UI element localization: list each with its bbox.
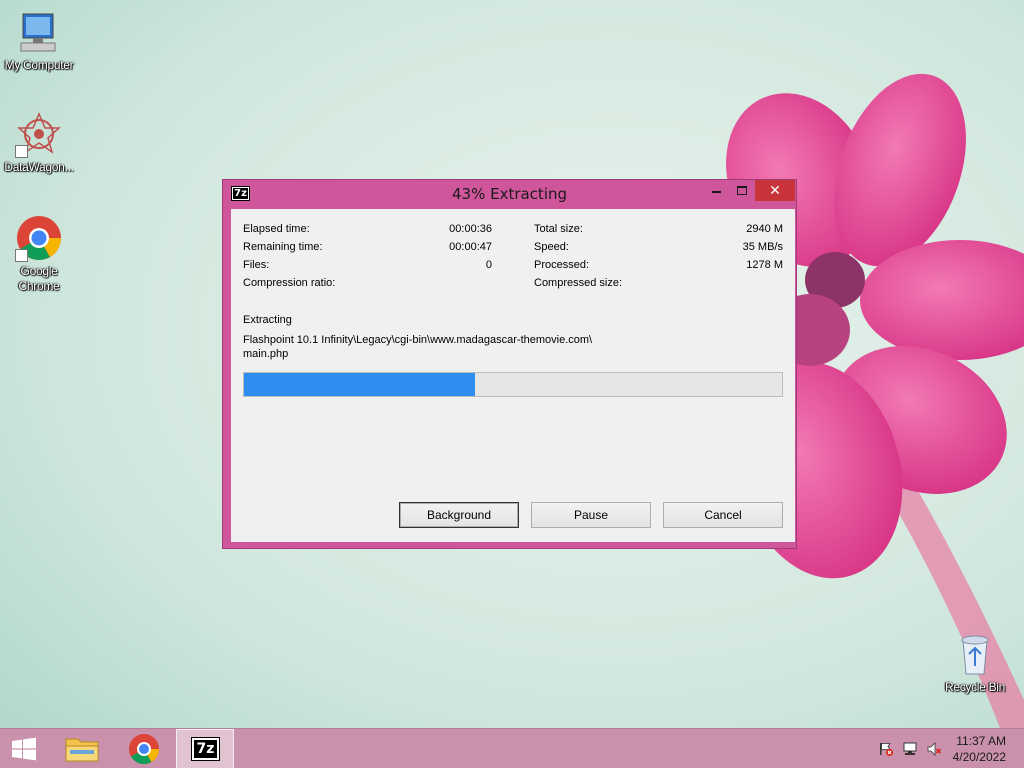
elapsed-time-label: Elapsed time: — [243, 223, 310, 235]
action-center-flag-icon[interactable] — [878, 741, 894, 757]
current-file-path: Flashpoint 10.1 Infinity\Legacy\cgi-bin\… — [243, 334, 593, 346]
chrome-icon — [15, 214, 63, 262]
desktop-icon-label: DataWagon... — [4, 160, 74, 174]
start-button[interactable] — [0, 729, 48, 768]
remaining-time-value: 00:00:47 — [449, 241, 492, 253]
chrome-icon — [129, 734, 159, 765]
shortcut-arrow-icon — [15, 249, 28, 262]
recycle-bin-icon — [951, 630, 999, 678]
speed-label: Speed: — [534, 241, 569, 253]
volume-muted-icon[interactable] — [926, 741, 942, 757]
speed-value: 35 MB/s — [742, 241, 783, 253]
desktop-icon-label: My Computer — [4, 58, 74, 72]
progress-bar — [243, 372, 783, 397]
desktop-icon-google-chrome[interactable]: Google Chrome — [0, 214, 78, 294]
extract-dialog: 7z 43% Extracting ✕ Elapsed time: 00:00:… — [222, 179, 797, 549]
network-icon[interactable] — [902, 741, 918, 757]
compression-ratio-label: Compression ratio: — [243, 277, 336, 289]
progress-bar-fill — [244, 373, 476, 396]
compressed-size-label: Compressed size: — [534, 277, 623, 289]
windows-logo-icon — [12, 737, 36, 761]
taskbar-file-explorer[interactable] — [56, 729, 108, 768]
processed-value: 1278 M — [746, 259, 783, 271]
seven-zip-icon: 7z — [191, 737, 220, 761]
folder-icon — [65, 738, 99, 762]
pause-button[interactable]: Pause — [531, 502, 651, 528]
total-size-label: Total size: — [534, 223, 583, 235]
desktop-icon-label: Google Chrome — [18, 264, 60, 293]
close-button[interactable]: ✕ — [755, 180, 795, 201]
files-value: 0 — [485, 259, 492, 271]
cancel-button[interactable]: Cancel — [663, 502, 783, 528]
desktop-icon-recycle-bin[interactable]: Recycle Bin — [936, 630, 1014, 695]
minimize-button[interactable] — [703, 180, 729, 201]
desktop-icon-my-computer[interactable]: My Computer — [0, 8, 78, 73]
datawagon-icon — [15, 110, 63, 158]
taskbar-google-chrome[interactable] — [116, 729, 172, 768]
desktop-icon-datawagon[interactable]: DataWagon... — [0, 110, 78, 175]
maximize-button[interactable] — [729, 180, 755, 201]
elapsed-time-value: 00:00:36 — [449, 223, 492, 235]
taskbar: 7z 11:37 AM 4/20/2022 — [0, 728, 1024, 768]
desktop-icon-label: Recycle Bin — [944, 680, 1006, 694]
close-icon: ✕ — [769, 182, 781, 198]
processed-label: Processed: — [534, 259, 590, 271]
clock-time[interactable]: 11:37 AM — [956, 734, 1006, 748]
computer-icon — [15, 8, 63, 56]
dialog-client-area: Elapsed time: 00:00:36 Remaining time: 0… — [231, 209, 795, 542]
background-button[interactable]: Background — [399, 502, 519, 528]
taskbar-7zip[interactable]: 7z — [176, 729, 234, 768]
minimize-icon — [711, 190, 721, 193]
shortcut-arrow-icon — [15, 145, 28, 158]
total-size-value: 2940 M — [746, 223, 783, 235]
dialog-title-bar[interactable]: 7z 43% Extracting ✕ — [223, 180, 796, 209]
remaining-time-label: Remaining time: — [243, 241, 323, 253]
maximize-icon — [737, 186, 747, 196]
current-file-name: main.php — [243, 348, 289, 360]
clock-date[interactable]: 4/20/2022 — [953, 750, 1006, 764]
system-tray: 11:37 AM 4/20/2022 — [864, 729, 1024, 768]
operation-label: Extracting — [243, 314, 292, 326]
files-label: Files: — [243, 259, 270, 271]
